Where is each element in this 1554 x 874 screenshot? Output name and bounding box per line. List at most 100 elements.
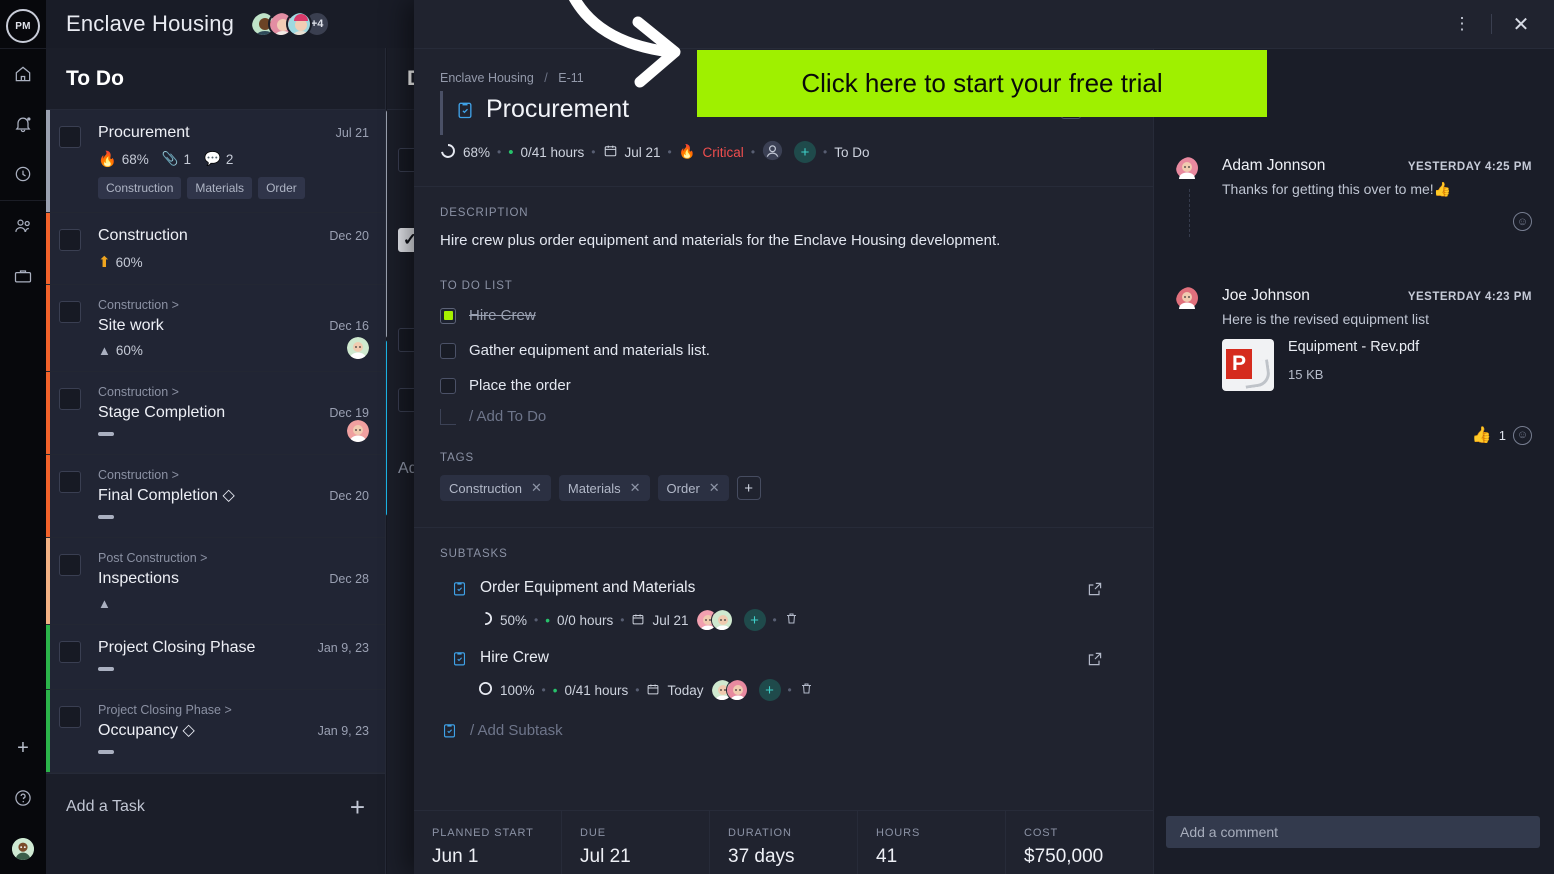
calendar-icon[interactable] — [646, 682, 660, 699]
add-icon[interactable]: + — [11, 736, 35, 760]
task-name[interactable]: Site work — [98, 316, 329, 336]
board-member-avatars[interactable]: +4 — [250, 11, 331, 37]
add-reaction-icon[interactable]: ☺ — [1513, 212, 1532, 231]
task-row[interactable]: Project Closing Phase > Occupancy ◇ Jan 9,… — [46, 690, 385, 773]
comment-author-avatar[interactable] — [1176, 157, 1204, 185]
task-name[interactable]: Stage Completion — [98, 403, 329, 423]
subtask-name[interactable]: Order Equipment and Materials — [480, 579, 695, 597]
avatar[interactable] — [710, 609, 733, 631]
comment-attachment[interactable]: P Equipment - Rev.pdf 15 KB — [1222, 339, 1532, 391]
task-assignee-avatar[interactable] — [347, 337, 369, 359]
delete-subtask-icon[interactable] — [799, 681, 814, 699]
delete-subtask-icon[interactable] — [784, 611, 799, 629]
subtask-progress[interactable]: 100% — [500, 683, 535, 698]
task-assignee-avatar[interactable] — [347, 420, 369, 442]
subtask-name[interactable]: Hire Crew — [480, 649, 549, 667]
add-reaction-icon[interactable]: ☺ — [1513, 425, 1532, 445]
assignee-icon[interactable] — [762, 140, 783, 164]
stat-value[interactable]: Jul 21 — [580, 846, 709, 868]
todo-item[interactable]: Hire Crew — [440, 303, 1127, 328]
task-row[interactable]: Construction > Stage Completion Dec 19 — [46, 372, 385, 455]
add-tag-button[interactable]: + — [736, 476, 761, 500]
close-icon[interactable]: ✕ — [1506, 9, 1536, 39]
task-checkbox[interactable] — [59, 471, 81, 493]
comment-reactions[interactable]: 👍 1 ☺ — [1222, 425, 1532, 445]
task-tag-chip[interactable]: Order — [258, 177, 305, 199]
stat-value[interactable]: 37 days — [728, 846, 857, 868]
tag-chip[interactable]: Order ✕ — [657, 475, 729, 501]
priority-value[interactable]: Critical — [703, 145, 744, 160]
add-task-row[interactable]: Add a Task + — [46, 773, 385, 840]
recent-icon[interactable] — [11, 162, 35, 186]
task-checkbox[interactable] — [59, 388, 81, 410]
open-subtask-icon[interactable] — [1087, 651, 1103, 672]
add-todo-row[interactable]: / Add To Do — [440, 408, 1127, 425]
hours-value[interactable]: 0/41 hours — [521, 145, 585, 160]
todo-checkbox[interactable] — [440, 342, 456, 359]
tag-chip[interactable]: Materials ✕ — [558, 475, 650, 501]
remove-tag-icon[interactable]: ✕ — [531, 480, 542, 496]
remove-tag-icon[interactable]: ✕ — [709, 480, 720, 496]
task-name[interactable]: Construction — [98, 226, 329, 246]
calendar-icon[interactable] — [603, 143, 618, 161]
subtask-progress[interactable]: 50% — [500, 613, 527, 628]
subtask-assignees[interactable] — [710, 679, 748, 701]
todo-checkbox[interactable] — [440, 377, 456, 394]
breadcrumb-project[interactable]: Enclave Housing — [440, 71, 534, 85]
progress-value[interactable]: 68% — [463, 145, 490, 160]
thumbs-up-icon[interactable]: 👍 — [1472, 425, 1492, 445]
task-checkbox[interactable] — [59, 641, 81, 663]
comment-reactions[interactable]: ☺ — [1222, 212, 1532, 231]
avatar[interactable] — [286, 11, 313, 37]
task-row[interactable]: Project Closing Phase Jan 9, 23 — [46, 625, 385, 690]
task-name[interactable]: Inspections — [98, 569, 329, 589]
more-options-icon[interactable]: ⋮ — [1447, 9, 1477, 39]
description-text[interactable]: Hire crew plus order equipment and mater… — [440, 230, 1127, 252]
stat-value[interactable]: 41 — [876, 846, 1005, 868]
due-date-value[interactable]: Jul 21 — [625, 145, 661, 160]
todo-text[interactable]: Place the order — [469, 377, 571, 394]
task-checkbox[interactable] — [59, 301, 81, 323]
help-icon[interactable] — [11, 786, 35, 810]
add-comment-input[interactable]: Add a comment — [1166, 816, 1540, 848]
progress-ring-icon[interactable] — [440, 143, 456, 162]
add-task-plus-icon[interactable]: + — [350, 794, 365, 820]
add-subtask-assignee-button[interactable]: + — [758, 679, 781, 701]
todo-text[interactable]: Hire Crew — [469, 307, 536, 324]
attachment-name[interactable]: Equipment - Rev.pdf — [1288, 339, 1419, 355]
notifications-icon[interactable] — [11, 112, 35, 136]
subtask-assignees[interactable] — [695, 609, 733, 631]
task-row[interactable]: Post Construction > Inspections Dec 28 ▲ — [46, 538, 385, 625]
task-checkbox[interactable] — [59, 126, 81, 148]
current-user-avatar[interactable] — [12, 838, 34, 860]
tag-chip[interactable]: Construction ✕ — [440, 475, 551, 501]
subtask-date[interactable]: Jul 21 — [652, 613, 688, 628]
subtask-item[interactable]: Order Equipment and Materials 50% • • 0/0 ho… — [440, 571, 1127, 637]
people-icon[interactable] — [11, 214, 35, 238]
add-assignee-button[interactable]: + — [794, 141, 817, 163]
task-row[interactable]: Construction > Final Completion ◇ Dec 20 — [46, 455, 385, 538]
projects-icon[interactable] — [11, 264, 35, 288]
avatar[interactable] — [725, 679, 748, 701]
todo-text[interactable]: Gather equipment and materials list. — [469, 342, 710, 359]
open-subtask-icon[interactable] — [1087, 581, 1103, 602]
todo-item[interactable]: Gather equipment and materials list. — [440, 338, 1127, 363]
status-value[interactable]: To Do — [834, 145, 869, 160]
task-row[interactable]: Construction > Site work Dec 16 ▲ 60% — [46, 285, 385, 372]
stat-value[interactable]: Jun 1 — [432, 846, 561, 868]
calendar-icon[interactable] — [631, 612, 645, 629]
task-checkbox[interactable] — [59, 229, 81, 251]
home-icon[interactable] — [11, 62, 35, 86]
free-trial-cta-button[interactable]: Click here to start your free trial — [697, 50, 1267, 117]
task-checkbox[interactable] — [59, 706, 81, 728]
task-tag-chip[interactable]: Materials — [187, 177, 253, 199]
subtask-hours[interactable]: 0/41 hours — [564, 683, 628, 698]
task-tag-chip[interactable]: Construction — [98, 177, 182, 199]
add-subtask-assignee-button[interactable]: + — [743, 609, 766, 631]
task-name[interactable]: Project Closing Phase — [98, 638, 318, 658]
subtask-hours[interactable]: 0/0 hours — [557, 613, 613, 628]
subtask-date[interactable]: Today — [667, 683, 703, 698]
add-subtask-row[interactable]: / Add Subtask — [440, 711, 1127, 739]
task-row[interactable]: Construction Dec 20 ⬆ 60% — [46, 213, 385, 285]
stat-value[interactable]: $750,000 — [1024, 846, 1153, 868]
